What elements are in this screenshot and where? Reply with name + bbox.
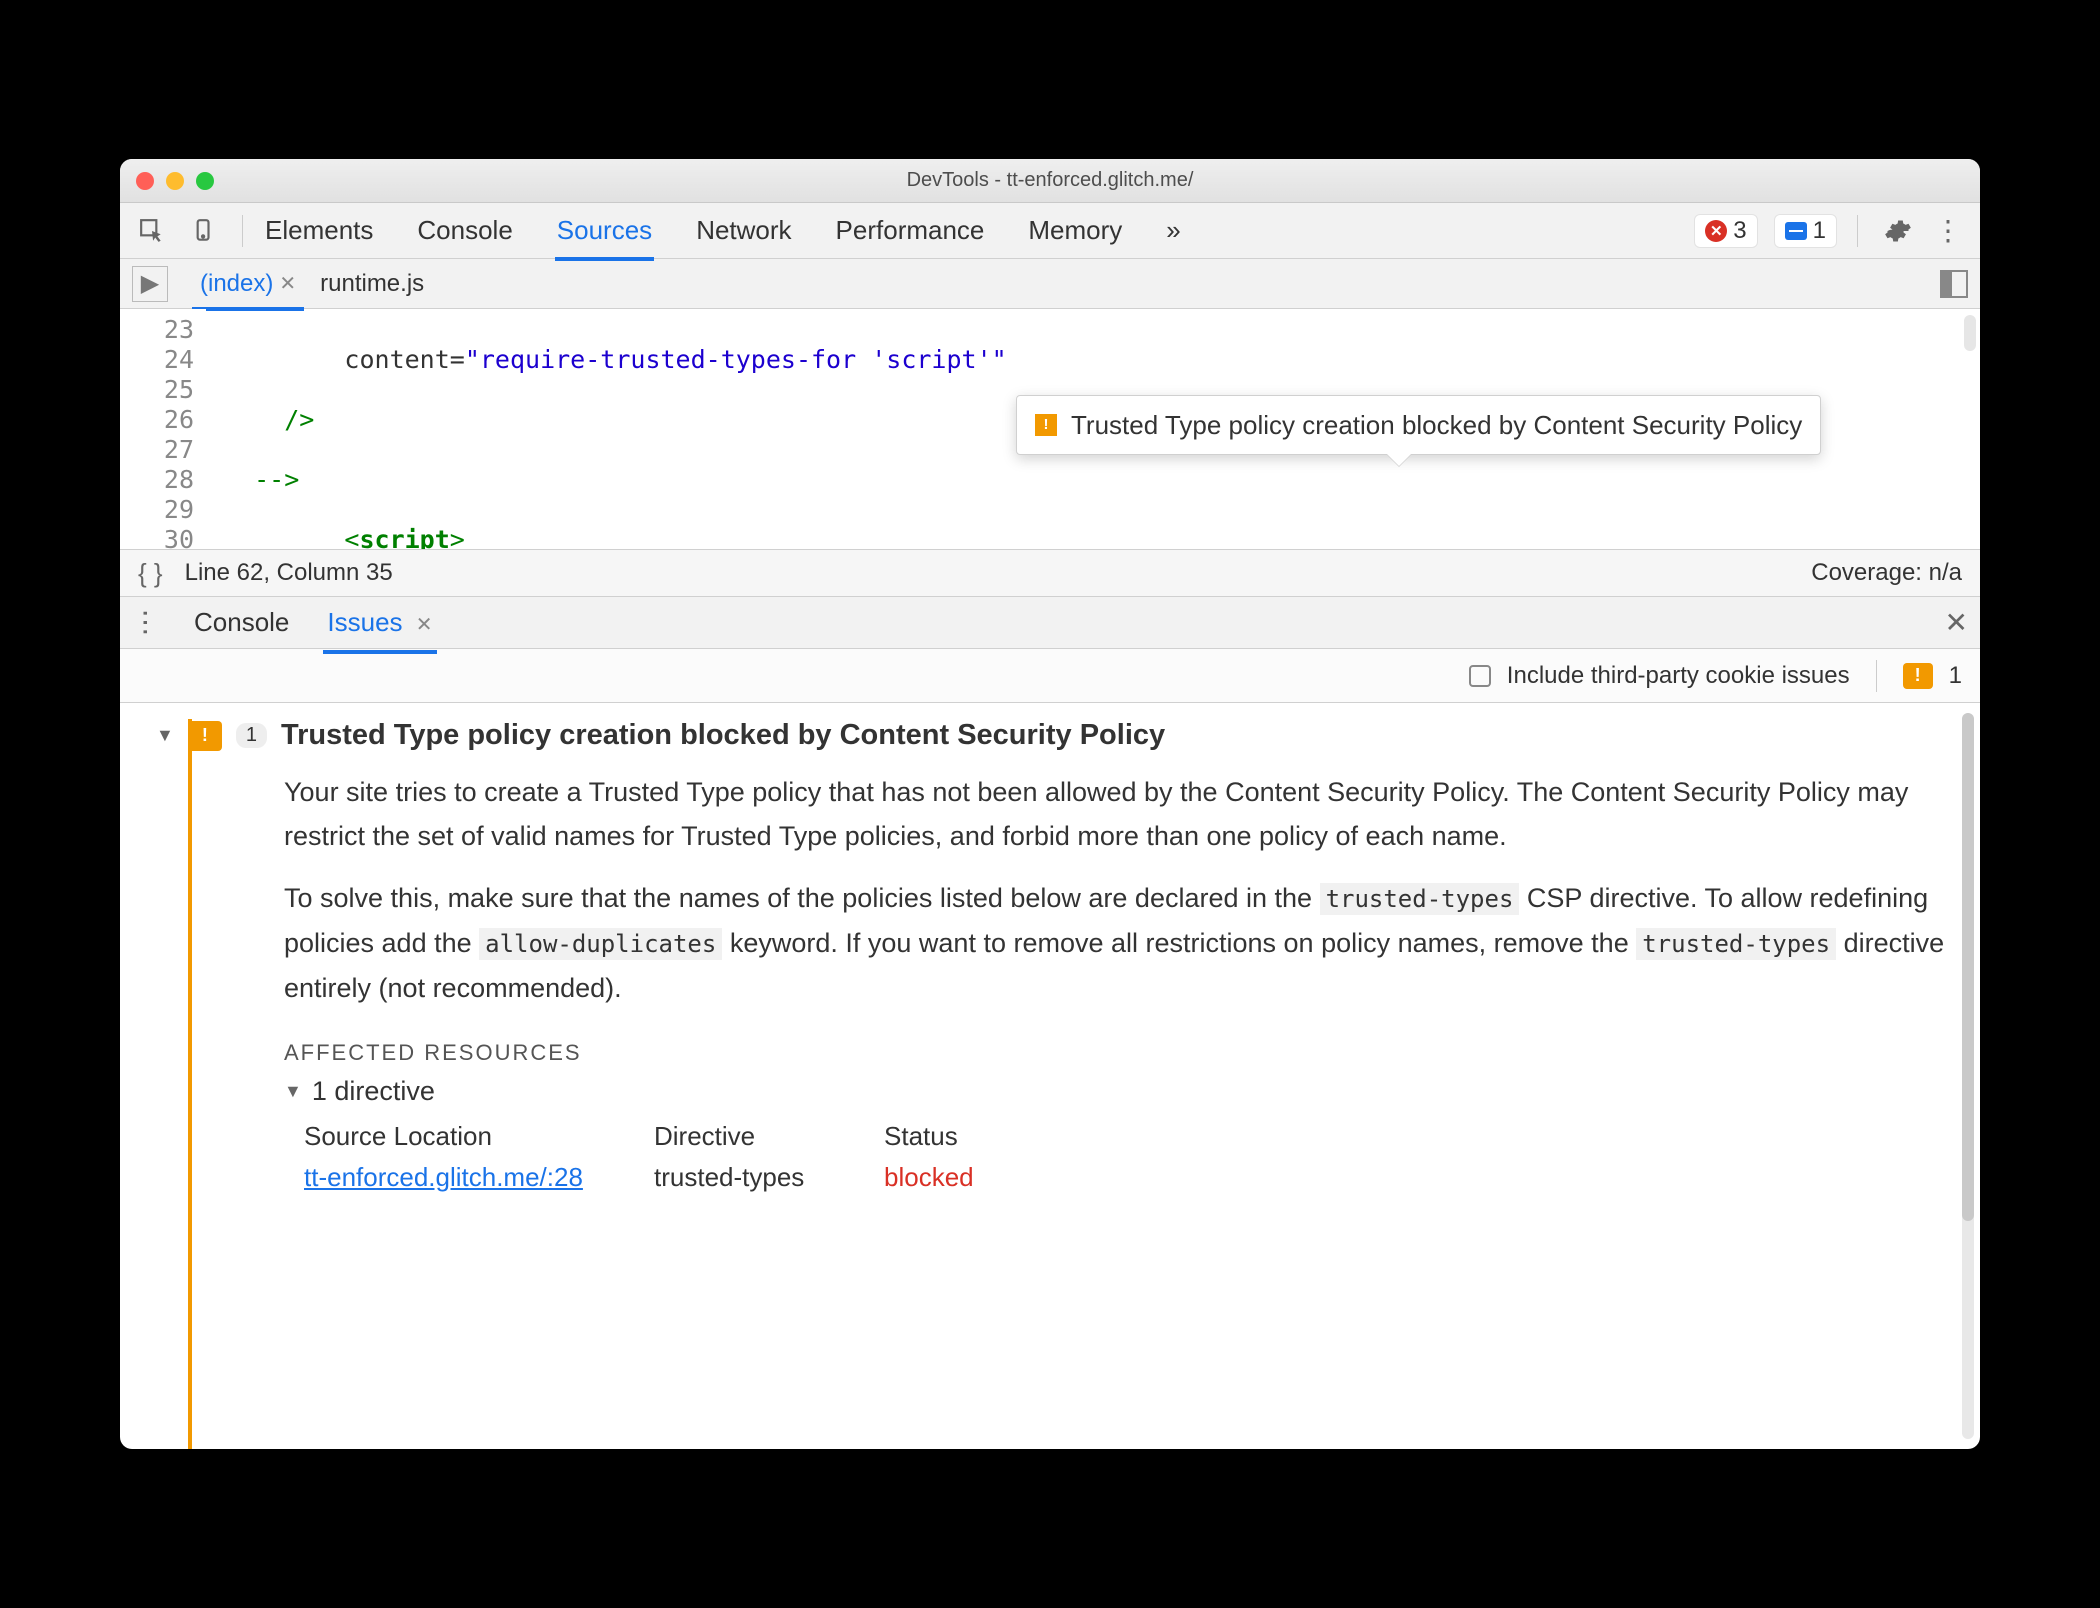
issue-description-2: To solve this, make sure that the names …	[284, 876, 1960, 1010]
issues-panel: ▼ ! 1 Trusted Type policy creation block…	[120, 703, 1980, 1449]
file-tab-bar: ▶ (index) ✕ runtime.js	[120, 259, 1980, 309]
scrollbar[interactable]	[1962, 713, 1974, 1439]
pretty-print-icon[interactable]: { }	[138, 558, 163, 589]
tab-network[interactable]: Network	[694, 205, 793, 256]
panel-tabs: Elements Console Sources Network Perform…	[263, 203, 1183, 258]
issues-toolbar: Include third-party cookie issues ! 1	[120, 649, 1980, 703]
error-tooltip: ! Trusted Type policy creation blocked b…	[1016, 395, 1821, 455]
editor-statusbar: { } Line 62, Column 35 Coverage: n/a	[120, 549, 1980, 597]
source-link[interactable]: tt-enforced.glitch.me/:28	[304, 1162, 654, 1193]
directive-value: trusted-types	[654, 1162, 884, 1193]
tab-elements[interactable]: Elements	[263, 205, 375, 256]
expand-icon[interactable]: ▼	[156, 725, 174, 746]
file-tab-label: runtime.js	[320, 270, 424, 298]
col-source: Source Location	[304, 1121, 654, 1152]
tab-more[interactable]: »	[1164, 205, 1182, 256]
code-content[interactable]: content="require-trusted-types-for 'scri…	[206, 309, 1980, 549]
issues-warn-count: 1	[1949, 662, 1962, 690]
cursor-position: Line 62, Column 35	[185, 559, 393, 587]
file-tab-index[interactable]: (index) ✕	[188, 262, 308, 306]
drawer-tab-issues[interactable]: Issues ✕	[323, 599, 436, 646]
tooltip-text: Trusted Type policy creation blocked by …	[1071, 410, 1802, 440]
drawer-menu-icon[interactable]: ⋯	[130, 609, 163, 637]
close-icon[interactable]: ✕	[279, 271, 296, 296]
issue-header[interactable]: ▼ ! 1 Trusted Type policy creation block…	[156, 719, 1960, 752]
scrollbar-thumb[interactable]	[1964, 315, 1976, 351]
thirdparty-label: Include third-party cookie issues	[1507, 662, 1850, 690]
message-icon	[1785, 222, 1807, 240]
kebab-menu-icon[interactable]: ⋮	[1928, 211, 1968, 251]
tab-console[interactable]: Console	[415, 205, 514, 256]
devtools-window: DevTools - tt-enforced.glitch.me/ Elemen…	[120, 159, 1980, 1449]
tab-memory[interactable]: Memory	[1026, 205, 1124, 256]
close-icon[interactable]: ✕	[416, 614, 433, 636]
gear-icon[interactable]	[1878, 211, 1918, 251]
status-value: blocked	[884, 1162, 1064, 1193]
separator	[1857, 215, 1858, 247]
line-gutter: 2324252627282930	[120, 309, 206, 549]
drawer-close-icon[interactable]: ✕	[1945, 606, 1968, 639]
scrollbar-thumb[interactable]	[1962, 713, 1974, 1221]
separator	[242, 215, 243, 247]
warning-icon: !	[1035, 414, 1057, 436]
col-directive: Directive	[654, 1121, 884, 1152]
col-status: Status	[884, 1121, 1064, 1152]
toggle-sidebar-icon[interactable]	[1940, 270, 1968, 298]
maximize-button[interactable]	[196, 172, 214, 190]
error-icon: ✕	[1705, 220, 1727, 242]
minimize-button[interactable]	[166, 172, 184, 190]
drawer-tabbar: ⋯ Console Issues ✕ ✕	[120, 597, 1980, 649]
expand-icon[interactable]: ▼	[284, 1081, 302, 1102]
main-toolbar: Elements Console Sources Network Perform…	[120, 203, 1980, 259]
errors-count: 3	[1733, 217, 1746, 245]
issue-title: Trusted Type policy creation blocked by …	[281, 719, 1165, 752]
messages-chip[interactable]: 1	[1774, 214, 1837, 248]
messages-count: 1	[1813, 217, 1826, 245]
device-icon[interactable]	[182, 211, 222, 251]
tab-performance[interactable]: Performance	[834, 205, 987, 256]
window-title: DevTools - tt-enforced.glitch.me/	[120, 169, 1980, 192]
navigator-toggle-icon[interactable]: ▶	[132, 266, 168, 302]
issue-count-badge: 1	[236, 723, 267, 748]
errors-chip[interactable]: ✕ 3	[1694, 214, 1757, 248]
affected-resources-heading: AFFECTED RESOURCES	[284, 1040, 1960, 1066]
directive-group[interactable]: ▼ 1 directive	[284, 1076, 1960, 1107]
directive-count: 1 directive	[312, 1076, 435, 1107]
affected-table: Source Location Directive Status tt-enfo…	[304, 1121, 1960, 1193]
titlebar: DevTools - tt-enforced.glitch.me/	[120, 159, 1980, 203]
close-button[interactable]	[136, 172, 154, 190]
window-controls	[120, 172, 214, 190]
inspect-icon[interactable]	[132, 211, 172, 251]
file-tab-label: (index)	[200, 270, 273, 298]
issue-description-1: Your site tries to create a Trusted Type…	[284, 770, 1960, 858]
separator	[1876, 660, 1877, 692]
tab-sources[interactable]: Sources	[555, 205, 654, 256]
drawer-tab-console[interactable]: Console	[190, 599, 293, 646]
warning-icon: !	[1903, 663, 1933, 689]
coverage-status: Coverage: n/a	[1811, 559, 1962, 587]
thirdparty-checkbox[interactable]	[1469, 665, 1491, 687]
file-tab-runtime[interactable]: runtime.js	[308, 262, 436, 306]
warning-icon: !	[188, 721, 222, 751]
source-editor[interactable]: 2324252627282930 content="require-truste…	[120, 309, 1980, 549]
